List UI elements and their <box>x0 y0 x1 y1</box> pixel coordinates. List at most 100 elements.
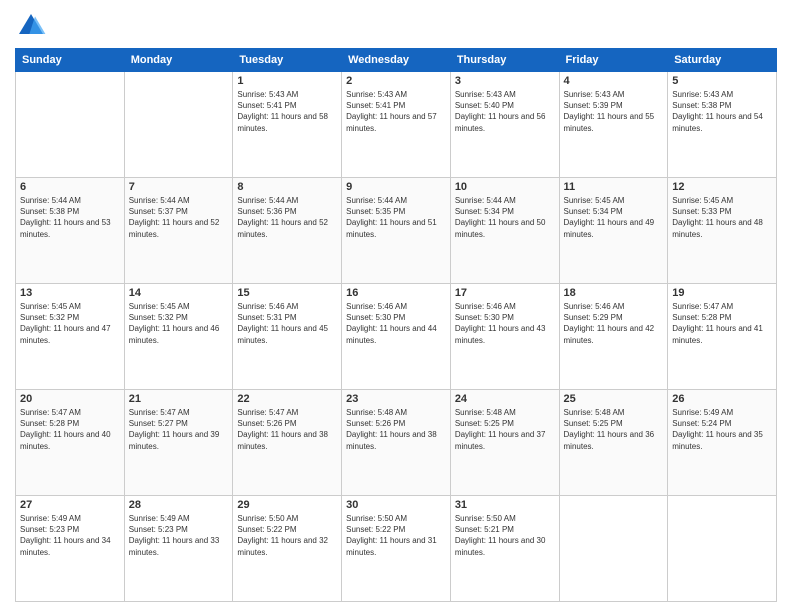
calendar-cell: 23Sunrise: 5:48 AM Sunset: 5:26 PM Dayli… <box>342 390 451 496</box>
day-info: Sunrise: 5:46 AM Sunset: 5:30 PM Dayligh… <box>455 301 555 346</box>
calendar-cell: 14 Sunrise: 5:45 AM Sunset: 5:32 PM Dayli… <box>124 284 233 390</box>
day-info: Sunrise: 5:43 AM Sunset: 5:41 PM Dayligh… <box>346 89 446 134</box>
logo-icon <box>15 10 47 42</box>
day-number: 20 <box>20 393 120 405</box>
calendar-cell: 8 Sunrise: 5:44 AM Sunset: 5:36 PM Daylig… <box>233 178 342 284</box>
calendar-week-row: 13Sunrise: 5:45 AM Sunset: 5:32 PM Dayli… <box>16 284 777 390</box>
day-info: Sunrise: 5:44 AM Sunset: 5:35 PM Dayligh… <box>346 195 446 240</box>
day-info: Sunrise: 5:46 AM Sunset: 5:30 PM Dayligh… <box>346 301 446 346</box>
day-info: Sunrise: 5:43 AM Sunset: 5:39 PM Dayligh… <box>564 89 664 134</box>
calendar-cell <box>559 496 668 602</box>
day-number: 30 <box>346 499 446 511</box>
day-number: 25 <box>564 393 664 405</box>
calendar-cell <box>16 72 125 178</box>
day-info: Sunrise: 5:45 AM Sunset: 5:32 PM Dayligh… <box>20 301 120 346</box>
calendar-cell: 27 Sunrise: 5:49 AM Sunset: 5:23 PM Dayli… <box>16 496 125 602</box>
day-number: 4 <box>564 75 664 87</box>
calendar-cell: 21Sunrise: 5:47 AM Sunset: 5:27 PM Dayli… <box>124 390 233 496</box>
calendar-cell: 28 Sunrise: 5:49 AM Sunset: 5:23 PM Dayli… <box>124 496 233 602</box>
day-number: 17 <box>455 287 555 299</box>
day-info: Sunrise: 5:45 AM Sunset: 5:32 PM Dayligh… <box>129 301 229 346</box>
day-info: Sunrise: 5:47 AM Sunset: 5:28 PM Dayligh… <box>20 407 120 452</box>
calendar-cell: 4 Sunrise: 5:43 AM Sunset: 5:39 PM Daylig… <box>559 72 668 178</box>
calendar-day-header: Sunday <box>16 49 125 72</box>
day-number: 31 <box>455 499 555 511</box>
calendar-cell: 13Sunrise: 5:45 AM Sunset: 5:32 PM Dayli… <box>16 284 125 390</box>
calendar-day-header: Thursday <box>450 49 559 72</box>
day-info: Sunrise: 5:49 AM Sunset: 5:24 PM Dayligh… <box>672 407 772 452</box>
calendar-cell: 9 Sunrise: 5:44 AM Sunset: 5:35 PM Daylig… <box>342 178 451 284</box>
day-number: 3 <box>455 75 555 87</box>
calendar-cell: 15 Sunrise: 5:46 AM Sunset: 5:31 PM Dayli… <box>233 284 342 390</box>
day-info: Sunrise: 5:47 AM Sunset: 5:26 PM Dayligh… <box>237 407 337 452</box>
day-number: 10 <box>455 181 555 193</box>
day-number: 27 <box>20 499 120 511</box>
day-info: Sunrise: 5:44 AM Sunset: 5:37 PM Dayligh… <box>129 195 229 240</box>
day-number: 14 <box>129 287 229 299</box>
calendar-cell: 19 Sunrise: 5:47 AM Sunset: 5:28 PM Dayli… <box>668 284 777 390</box>
day-info: Sunrise: 5:48 AM Sunset: 5:26 PM Dayligh… <box>346 407 446 452</box>
calendar-cell: 22 Sunrise: 5:47 AM Sunset: 5:26 PM Dayli… <box>233 390 342 496</box>
day-number: 9 <box>346 181 446 193</box>
page: SundayMondayTuesdayWednesdayThursdayFrid… <box>0 0 792 612</box>
calendar-cell: 16 Sunrise: 5:46 AM Sunset: 5:30 PM Dayli… <box>342 284 451 390</box>
calendar-header-row: SundayMondayTuesdayWednesdayThursdayFrid… <box>16 49 777 72</box>
day-info: Sunrise: 5:48 AM Sunset: 5:25 PM Dayligh… <box>455 407 555 452</box>
day-number: 29 <box>237 499 337 511</box>
calendar-cell: 2Sunrise: 5:43 AM Sunset: 5:41 PM Daylig… <box>342 72 451 178</box>
calendar-week-row: 6 Sunrise: 5:44 AM Sunset: 5:38 PM Daylig… <box>16 178 777 284</box>
day-info: Sunrise: 5:43 AM Sunset: 5:38 PM Dayligh… <box>672 89 772 134</box>
calendar-day-header: Friday <box>559 49 668 72</box>
day-number: 22 <box>237 393 337 405</box>
day-info: Sunrise: 5:47 AM Sunset: 5:28 PM Dayligh… <box>672 301 772 346</box>
day-info: Sunrise: 5:48 AM Sunset: 5:25 PM Dayligh… <box>564 407 664 452</box>
day-number: 18 <box>564 287 664 299</box>
day-info: Sunrise: 5:44 AM Sunset: 5:38 PM Dayligh… <box>20 195 120 240</box>
day-number: 6 <box>20 181 120 193</box>
day-info: Sunrise: 5:43 AM Sunset: 5:40 PM Dayligh… <box>455 89 555 134</box>
day-info: Sunrise: 5:45 AM Sunset: 5:34 PM Dayligh… <box>564 195 664 240</box>
calendar-cell <box>124 72 233 178</box>
day-info: Sunrise: 5:46 AM Sunset: 5:31 PM Dayligh… <box>237 301 337 346</box>
day-info: Sunrise: 5:49 AM Sunset: 5:23 PM Dayligh… <box>20 513 120 558</box>
calendar-cell: 26 Sunrise: 5:49 AM Sunset: 5:24 PM Dayli… <box>668 390 777 496</box>
day-info: Sunrise: 5:49 AM Sunset: 5:23 PM Dayligh… <box>129 513 229 558</box>
calendar-cell: 7 Sunrise: 5:44 AM Sunset: 5:37 PM Daylig… <box>124 178 233 284</box>
day-number: 12 <box>672 181 772 193</box>
calendar-cell: 18 Sunrise: 5:46 AM Sunset: 5:29 PM Dayli… <box>559 284 668 390</box>
day-number: 28 <box>129 499 229 511</box>
day-info: Sunrise: 5:46 AM Sunset: 5:29 PM Dayligh… <box>564 301 664 346</box>
calendar-cell: 25 Sunrise: 5:48 AM Sunset: 5:25 PM Dayli… <box>559 390 668 496</box>
calendar-cell: 5 Sunrise: 5:43 AM Sunset: 5:38 PM Daylig… <box>668 72 777 178</box>
day-info: Sunrise: 5:44 AM Sunset: 5:36 PM Dayligh… <box>237 195 337 240</box>
day-info: Sunrise: 5:50 AM Sunset: 5:22 PM Dayligh… <box>346 513 446 558</box>
day-info: Sunrise: 5:45 AM Sunset: 5:33 PM Dayligh… <box>672 195 772 240</box>
calendar-day-header: Saturday <box>668 49 777 72</box>
day-number: 11 <box>564 181 664 193</box>
logo <box>15 10 51 42</box>
calendar-cell: 12 Sunrise: 5:45 AM Sunset: 5:33 PM Dayli… <box>668 178 777 284</box>
calendar-day-header: Tuesday <box>233 49 342 72</box>
calendar-cell: 11 Sunrise: 5:45 AM Sunset: 5:34 PM Dayli… <box>559 178 668 284</box>
day-number: 15 <box>237 287 337 299</box>
day-number: 5 <box>672 75 772 87</box>
day-number: 16 <box>346 287 446 299</box>
calendar-cell <box>668 496 777 602</box>
calendar-cell: 30 Sunrise: 5:50 AM Sunset: 5:22 PM Dayli… <box>342 496 451 602</box>
day-info: Sunrise: 5:50 AM Sunset: 5:21 PM Dayligh… <box>455 513 555 558</box>
calendar-week-row: 1Sunrise: 5:43 AM Sunset: 5:41 PM Daylig… <box>16 72 777 178</box>
day-number: 19 <box>672 287 772 299</box>
day-number: 7 <box>129 181 229 193</box>
calendar-cell: 20 Sunrise: 5:47 AM Sunset: 5:28 PM Dayli… <box>16 390 125 496</box>
calendar-table: SundayMondayTuesdayWednesdayThursdayFrid… <box>15 48 777 602</box>
calendar-cell: 29 Sunrise: 5:50 AM Sunset: 5:22 PM Dayli… <box>233 496 342 602</box>
day-info: Sunrise: 5:43 AM Sunset: 5:41 PM Dayligh… <box>237 89 337 134</box>
day-number: 26 <box>672 393 772 405</box>
day-info: Sunrise: 5:50 AM Sunset: 5:22 PM Dayligh… <box>237 513 337 558</box>
calendar-cell: 24Sunrise: 5:48 AM Sunset: 5:25 PM Dayli… <box>450 390 559 496</box>
calendar-day-header: Monday <box>124 49 233 72</box>
calendar-week-row: 27 Sunrise: 5:49 AM Sunset: 5:23 PM Dayli… <box>16 496 777 602</box>
calendar-week-row: 20 Sunrise: 5:47 AM Sunset: 5:28 PM Dayli… <box>16 390 777 496</box>
calendar-cell: 6 Sunrise: 5:44 AM Sunset: 5:38 PM Daylig… <box>16 178 125 284</box>
day-number: 8 <box>237 181 337 193</box>
